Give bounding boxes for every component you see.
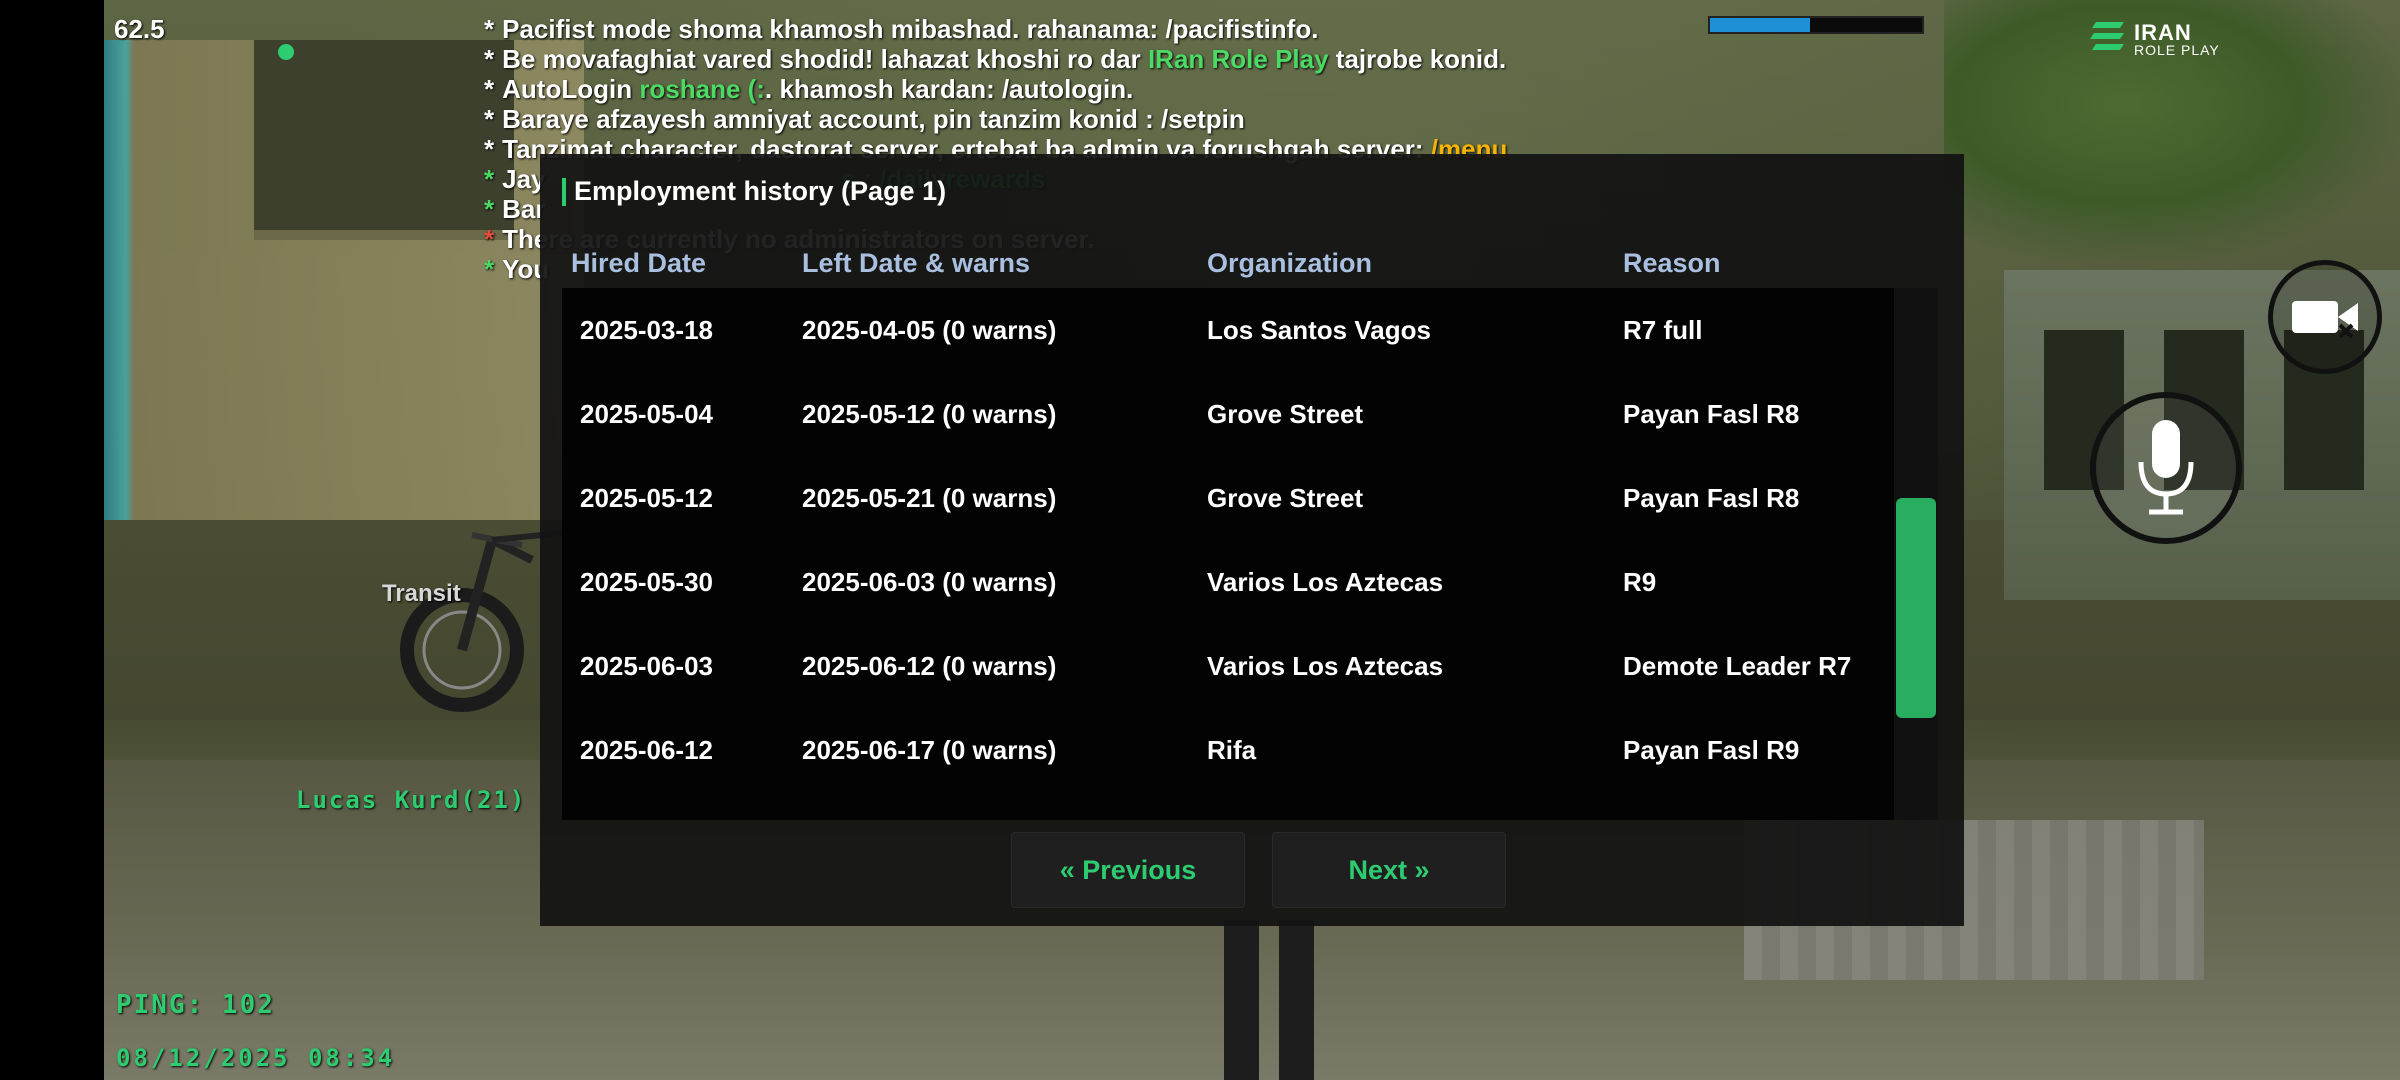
table-row[interactable]: 2025-03-18 2025-04-05 (0 warns) Los Santos… bbox=[562, 288, 1894, 372]
chat-bullet: * bbox=[484, 44, 495, 74]
microphone-icon bbox=[2138, 420, 2194, 515]
left-date-cell: 2025-04-05 (0 warns) bbox=[802, 315, 1057, 345]
reason-cell: Payan Fasl R9 bbox=[1623, 735, 1800, 765]
column-header-reason: Reason bbox=[1623, 248, 1721, 278]
table-row[interactable]: 2025-06-12 2025-06-17 (0 warns) Rifa Payan … bbox=[562, 708, 1894, 792]
logo-subtext: ROLE PLAY bbox=[2134, 42, 2220, 58]
organization-cell: Varios Los Aztecas bbox=[1207, 651, 1444, 681]
chat-line: * Be movafaghiat vared shodid! lahazat kh… bbox=[484, 44, 1604, 74]
hired-date-cell: 2025-06-03 bbox=[580, 651, 713, 681]
organization-cell: Rifa bbox=[1207, 735, 1257, 765]
left-date-cell: 2025-06-12 (0 warns) bbox=[802, 651, 1057, 681]
table-row[interactable]: 2025-05-12 2025-05-21 (0 warns) Grove Stre… bbox=[562, 456, 1894, 540]
chat-bullet: * bbox=[484, 194, 495, 224]
organization-cell: Grove Street bbox=[1207, 399, 1364, 429]
left-date-cell: 2025-06-03 (0 warns) bbox=[802, 567, 1057, 597]
employment-history-dialog: Employment history (Page 1) Hired Date L… bbox=[540, 154, 1964, 926]
date-time-display: 08/12/2025 08:34 bbox=[116, 1044, 396, 1072]
chat-text: Bar bbox=[502, 194, 546, 224]
title-accent bbox=[562, 177, 566, 206]
chat-line: * Baraye afzayesh amniyat account, pin ta… bbox=[484, 104, 1604, 134]
building-window bbox=[254, 40, 514, 240]
left-date-cell: 2025-05-21 (0 warns) bbox=[802, 483, 1057, 513]
player-legs bbox=[1164, 920, 1364, 1080]
video-camera-icon bbox=[2292, 301, 2358, 339]
server-logo: IRAN ROLE PLAY bbox=[2090, 14, 2230, 60]
reason-cell: R7 full bbox=[1623, 315, 1703, 345]
next-page-button[interactable]: Next » bbox=[1272, 832, 1506, 908]
camera-button[interactable] bbox=[2268, 260, 2382, 374]
chat-text: tajrobe konid. bbox=[1328, 44, 1507, 74]
reason-cell: Payan Fasl R8 bbox=[1623, 399, 1800, 429]
dialog-title-text: Employment history (Page 1) bbox=[574, 176, 947, 206]
organization-cell: Grove Street bbox=[1207, 483, 1364, 513]
reason-cell: Demote Leader R7 bbox=[1623, 651, 1852, 681]
logo-icon bbox=[2090, 22, 2124, 50]
vehicle-label: Transit bbox=[382, 580, 461, 607]
chat-text: Be movafaghiat vared shodid! lahazat kho… bbox=[502, 44, 1148, 74]
microphone-button[interactable] bbox=[2090, 392, 2242, 544]
column-header-organization: Organization bbox=[1207, 248, 1373, 278]
hired-date-cell: 2025-05-04 bbox=[580, 399, 713, 429]
table-row[interactable]: 2025-05-30 2025-06-03 (0 warns) Varios Los… bbox=[562, 540, 1894, 624]
chat-bullet: * bbox=[484, 74, 495, 104]
chat-bullet: * bbox=[484, 14, 495, 44]
hired-date-cell: 2025-05-12 bbox=[580, 483, 713, 513]
chat-line: * Pacifist mode shoma khamosh mibashad. r… bbox=[484, 14, 1604, 44]
reason-cell: Payan Fasl R8 bbox=[1623, 483, 1800, 513]
organization-cell: Los Santos Vagos bbox=[1207, 315, 1431, 345]
player-nametag: Lucas Kurd(21) bbox=[296, 786, 527, 814]
chat-text: . khamosh kardan: /autologin. bbox=[765, 74, 1134, 104]
chat-bullet: * bbox=[484, 254, 495, 284]
chat-bullet: * bbox=[484, 134, 495, 164]
chat-bullet: * bbox=[484, 164, 495, 194]
chat-bullet: * bbox=[484, 104, 495, 134]
reason-cell: R9 bbox=[1623, 567, 1657, 597]
chat-bullet: * bbox=[484, 224, 495, 254]
hired-date-cell: 2025-06-12 bbox=[580, 735, 713, 765]
scrollbar[interactable] bbox=[1894, 288, 1938, 820]
left-date-cell: 2025-06-17 (0 warns) bbox=[802, 735, 1057, 765]
chat-text: IRan Role Play bbox=[1147, 44, 1329, 74]
scrollbar-thumb[interactable] bbox=[1896, 498, 1936, 718]
status-dot bbox=[278, 44, 294, 60]
chat-text: roshane (: bbox=[639, 74, 765, 104]
chat-text: Pacifist mode shoma khamosh mibashad. ra… bbox=[502, 14, 1319, 44]
column-header-hired-date: Hired Date bbox=[571, 248, 707, 278]
fps-counter: 62.5 bbox=[114, 14, 165, 44]
dialog-title: Employment history (Page 1) bbox=[562, 176, 946, 207]
chat-text: AutoLogin bbox=[502, 74, 640, 104]
hired-date-cell: 2025-05-30 bbox=[580, 567, 713, 597]
chat-line: * AutoLogin roshane (:. khamosh kardan: /… bbox=[484, 74, 1604, 104]
ping-display: PING: 102 bbox=[116, 990, 275, 1020]
chat-text: Baraye afzayesh amniyat account, pin tan… bbox=[502, 104, 1245, 134]
left-date-cell: 2025-05-12 (0 warns) bbox=[802, 399, 1057, 429]
table-row[interactable]: 2025-05-04 2025-05-12 (0 warns) Grove Stre… bbox=[562, 372, 1894, 456]
health-bar-fill bbox=[1710, 18, 1810, 32]
employment-table: 2025-03-18 2025-04-05 (0 warns) Los Santos… bbox=[562, 288, 1894, 820]
health-bar bbox=[1708, 16, 1924, 34]
hired-date-cell: 2025-03-18 bbox=[580, 315, 713, 345]
chat-text: Jay bbox=[502, 164, 546, 194]
organization-cell: Varios Los Aztecas bbox=[1207, 567, 1444, 597]
column-header-left-date: Left Date & warns bbox=[802, 248, 1031, 278]
table-row[interactable]: 2025-06-03 2025-06-12 (0 warns) Varios Los… bbox=[562, 624, 1894, 708]
previous-page-button[interactable]: « Previous bbox=[1011, 832, 1245, 908]
